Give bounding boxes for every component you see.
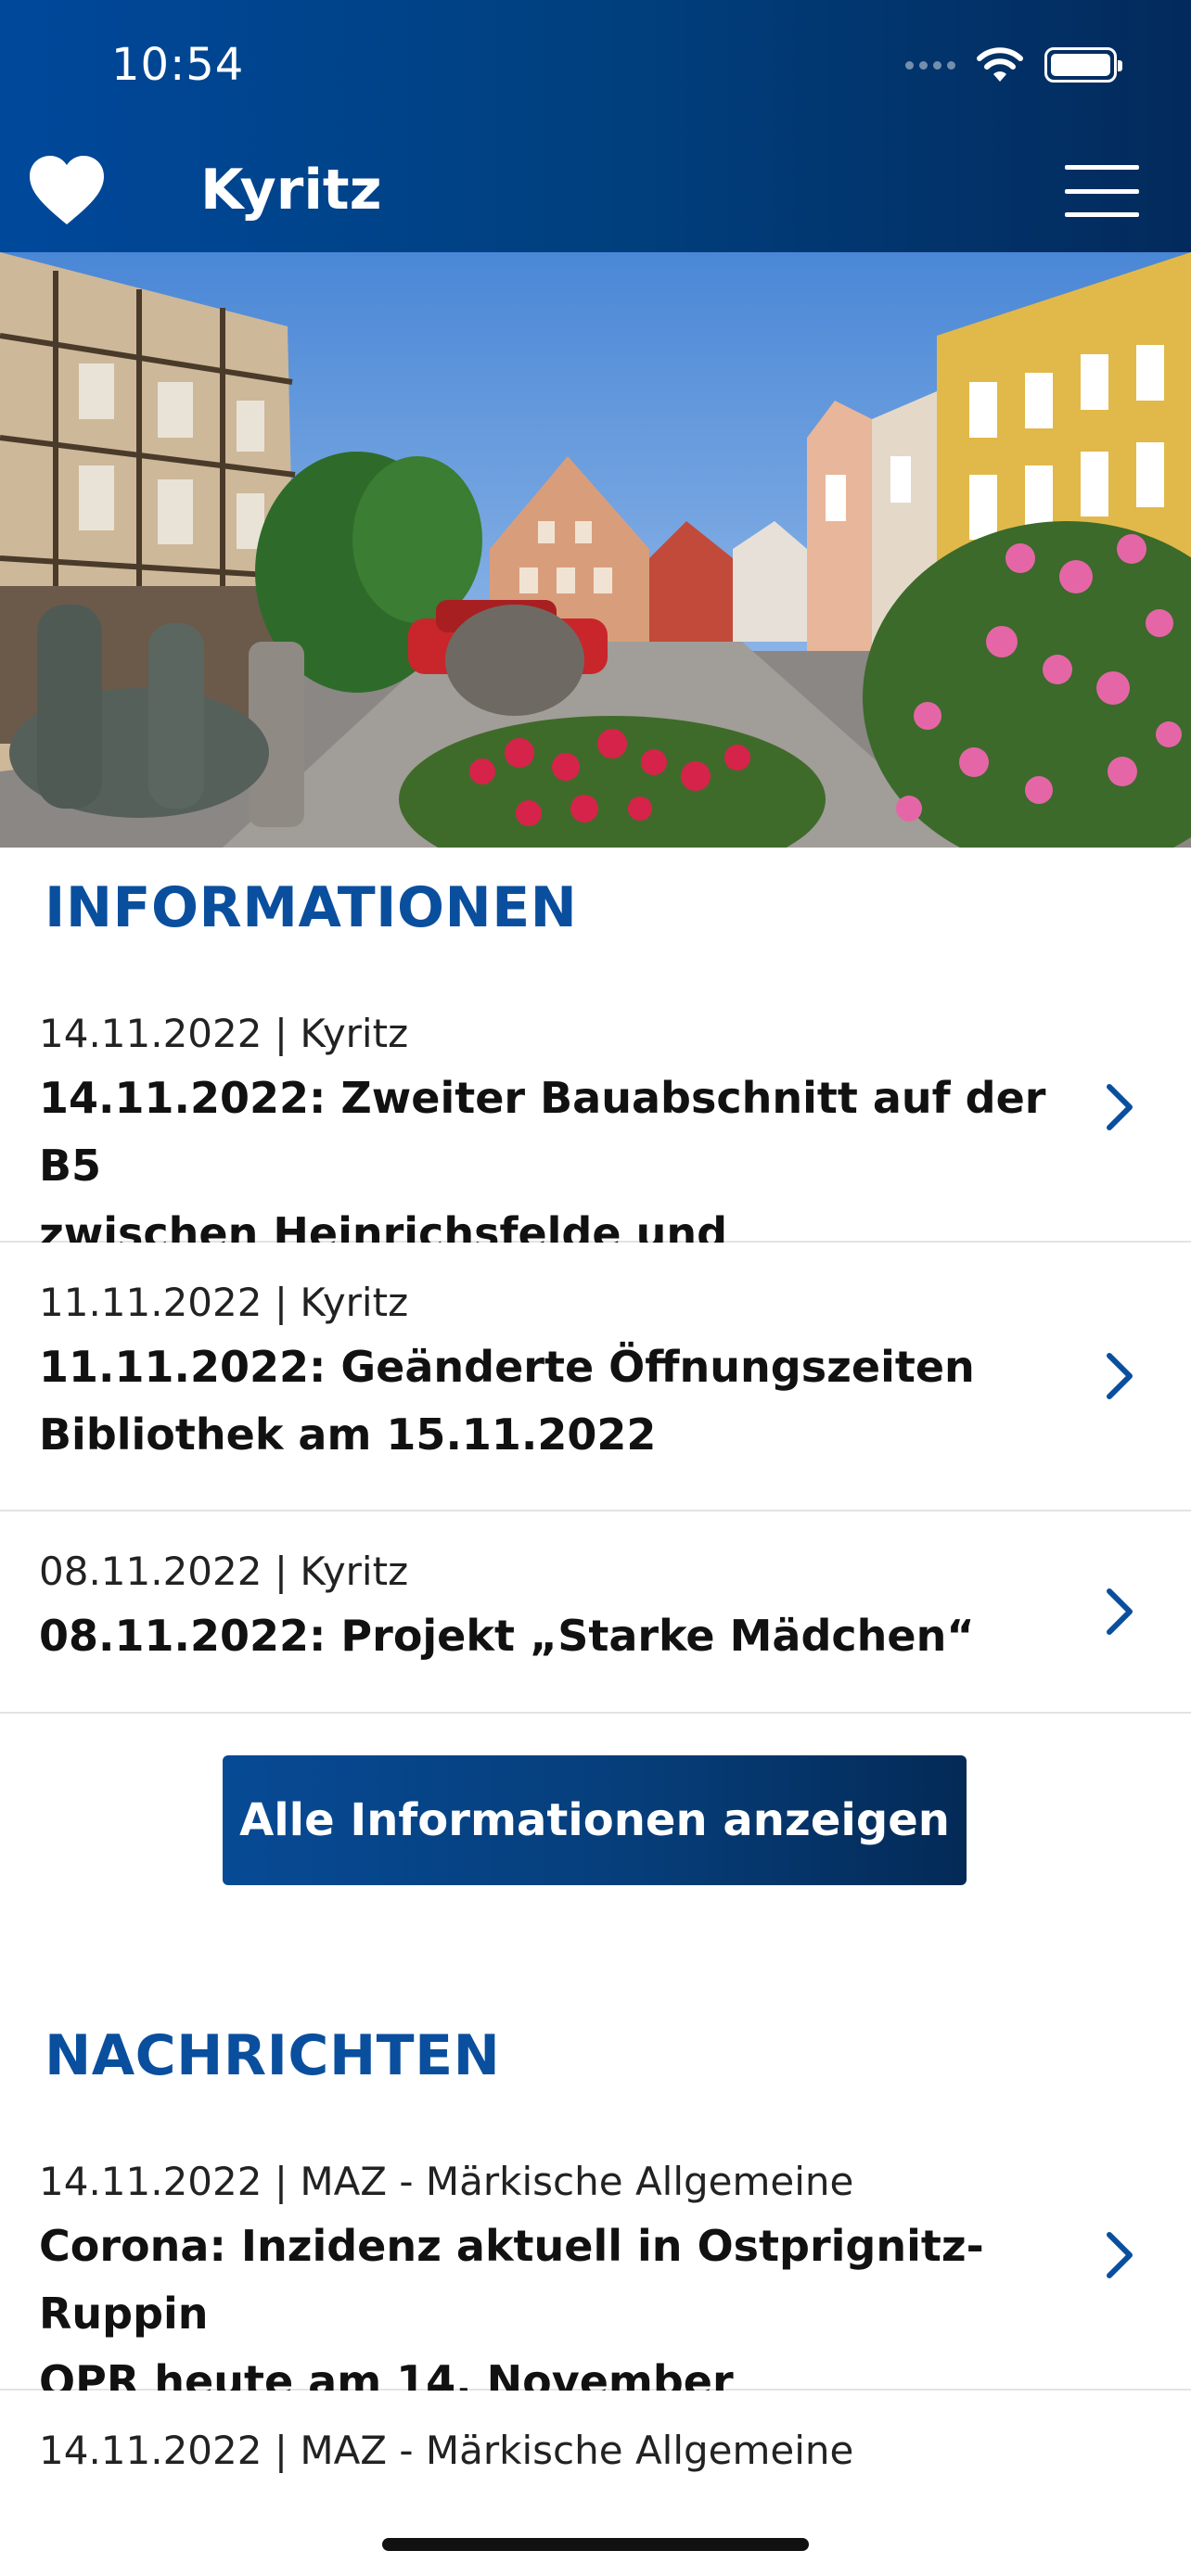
hamburger-menu-icon[interactable] [1065,165,1139,217]
item-title: Corona: Inzidenz aktuell in Ostprignitz-… [39,2221,984,2406]
wifi-icon [977,47,1023,82]
list-item[interactable]: 11.11.2022 | Kyritz 11.11.2022: Geändert… [0,1243,1191,1511]
item-meta: 14.11.2022 | MAZ - Märkische Allgemeine [39,2428,854,2473]
chevron-right-icon [1107,1084,1133,1130]
battery-icon [1044,47,1122,83]
hero-image [0,252,1191,848]
all-informationen-button[interactable]: Alle Informationen anzeigen [223,1755,967,1885]
app-header: 10:54 Kyritz [0,0,1191,252]
page-title: Kyritz [200,158,382,223]
status-time: 10:54 [111,39,245,91]
chevron-right-icon [1107,1353,1133,1399]
nachrichten-header: NACHRICHTEN [0,1996,1191,2122]
status-icons [905,46,1122,83]
list-item[interactable]: 14.11.2022 | MAZ - Märkische Allgemeine … [0,2122,1191,2406]
item-meta: 14.11.2022 | MAZ - Märkische Allgemeine [39,2159,854,2204]
item-title: 08.11.2022: Projekt „Starke Mädchen“ [39,1611,975,1661]
heart-icon[interactable] [28,154,106,226]
item-meta: 11.11.2022 | Kyritz [39,1280,409,1325]
chevron-right-icon [1107,2232,1133,2278]
list-item[interactable]: 14.11.2022 | Kyritz 14.11.2022: Zweiter … [0,974,1191,1326]
item-meta: 08.11.2022 | Kyritz [39,1549,409,1594]
cellular-signal-icon [905,60,955,70]
item-meta: 14.11.2022 | Kyritz [39,1011,409,1056]
item-title: 11.11.2022: Geänderte Öffnungszeiten Bib… [39,1342,975,1460]
list-item[interactable]: 08.11.2022 | Kyritz 08.11.2022: Projekt … [0,1511,1191,1714]
chevron-right-icon [1107,1588,1133,1635]
section-title-informationen: INFORMATIONEN [45,875,578,940]
informationen-header: INFORMATIONEN [0,848,1191,974]
home-indicator[interactable] [382,2538,809,2551]
section-title-nachrichten: NACHRICHTEN [45,2023,501,2088]
